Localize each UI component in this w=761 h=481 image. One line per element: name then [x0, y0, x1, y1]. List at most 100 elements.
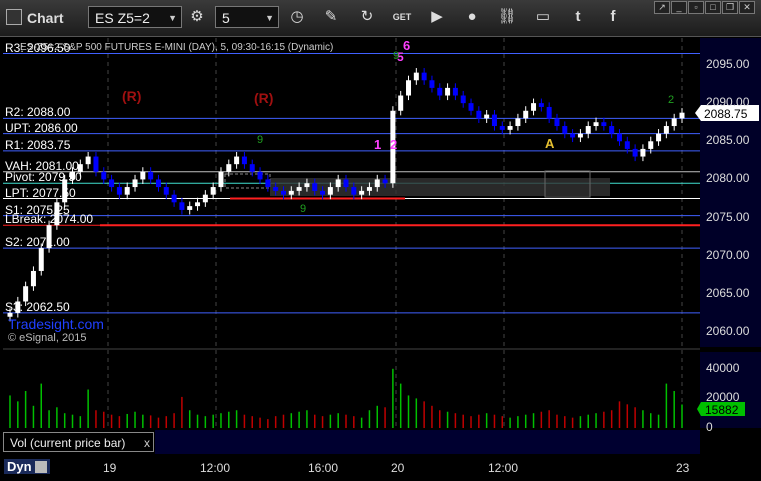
price-axis-panel: [700, 38, 761, 347]
refresh-icon[interactable]: ↻: [354, 6, 380, 28]
candle-body: [234, 156, 240, 165]
pink-marker-6: 6: [403, 38, 411, 53]
volume-tick: 0: [706, 420, 713, 434]
candle-body: [226, 164, 232, 172]
lock-icon[interactable]: [34, 461, 47, 473]
level-label: S3: 2062.50: [5, 299, 70, 314]
window-icon[interactable]: ▭: [530, 6, 556, 28]
dyn-label: Dyn: [7, 459, 32, 474]
candle-body: [343, 179, 349, 188]
interval-input[interactable]: 5 ▼: [215, 6, 279, 28]
candle-body: [640, 148, 646, 157]
candle-body: [445, 87, 451, 96]
candle-body: [257, 171, 263, 180]
chart-window: Chart ES Z5=2 ▼ ⚙ 5 ▼ ◷ ✎ ↻ GET ▶ ● ⛓ ▭ t …: [0, 0, 761, 481]
candle-body: [624, 141, 630, 149]
pencil-icon[interactable]: ✎: [318, 6, 344, 28]
candle-body: [523, 110, 529, 119]
candle-body: [593, 122, 599, 127]
candle-body: [101, 171, 107, 180]
candle-body: [562, 126, 568, 134]
time-tick: 12:00: [200, 461, 231, 475]
symbol-dropdown-icon[interactable]: ▼: [168, 7, 177, 29]
volume-legend[interactable]: Vol (current price bar) x: [3, 432, 154, 452]
symbol-input[interactable]: ES Z5=2 ▼: [88, 6, 182, 28]
candle-body: [406, 80, 412, 96]
level-label: R1: 2083.75: [5, 137, 71, 152]
candle-body: [507, 126, 513, 130]
candle-body: [351, 187, 357, 195]
candle-body: [320, 190, 326, 195]
candle-body: [671, 118, 677, 127]
a-marker: A: [545, 136, 555, 151]
interval-value: 5: [222, 10, 230, 26]
candle-body: [452, 87, 458, 96]
candle-body: [30, 270, 36, 287]
candle-body: [179, 202, 185, 210]
volume-close-icon[interactable]: x: [144, 433, 150, 453]
minimize-icon[interactable]: _: [671, 1, 687, 14]
candle-body: [632, 148, 638, 157]
candle-body: [195, 202, 201, 207]
volume-tick: 40000: [706, 360, 740, 375]
clock-icon[interactable]: ◷: [284, 6, 310, 28]
green-count-4: 2: [668, 94, 675, 106]
candle-body: [155, 179, 161, 188]
candle-body: [304, 183, 310, 188]
candle-body: [327, 187, 333, 195]
candle-body: [484, 114, 490, 119]
price-tick: 2075.00: [706, 209, 750, 224]
candle-body: [280, 190, 286, 195]
close-icon[interactable]: ✕: [739, 1, 755, 14]
green-count-2: 9: [300, 203, 307, 215]
price-tick: 2095.00: [706, 57, 750, 71]
facebook-icon[interactable]: f: [600, 6, 626, 28]
volume-legend-strip: [155, 430, 700, 454]
play-icon[interactable]: ▶: [424, 6, 450, 28]
candle-body: [648, 141, 654, 149]
candle-body: [413, 72, 419, 81]
dynamic-toggle-button[interactable]: Dyn: [4, 459, 50, 474]
candle-body: [366, 187, 372, 191]
candle-body: [132, 179, 138, 188]
interval-dropdown-icon[interactable]: ▼: [265, 7, 274, 29]
link-icon[interactable]: ⛓: [494, 6, 520, 28]
restore-icon[interactable]: ❐: [722, 1, 738, 14]
maximize-icon[interactable]: □: [705, 1, 721, 14]
time-tick: 12:00: [488, 461, 519, 475]
candle-body: [374, 179, 380, 188]
candle-body: [85, 156, 91, 165]
chart-header: ES-Z5=2 S&P 500 FUTURES E-MINI (DAY), 5,…: [20, 42, 334, 53]
candle-body: [163, 187, 169, 195]
candle-body: [288, 190, 294, 195]
candle-body: [601, 122, 607, 127]
candle-body: [491, 114, 497, 127]
copyright: © eSignal, 2015: [8, 332, 87, 344]
pink-marker-1: 1: [374, 137, 382, 152]
candle-body: [421, 72, 427, 81]
settings-gear-icon[interactable]: ⚙: [184, 6, 210, 28]
time-tick: 23: [676, 461, 690, 475]
chart-icon: [6, 9, 22, 25]
toolbar: Chart ES Z5=2 ▼ ⚙ 5 ▼ ◷ ✎ ↻ GET ▶ ● ⛓ ▭ t …: [0, 0, 761, 37]
candle-body: [116, 187, 122, 195]
record-icon[interactable]: ●: [459, 6, 485, 28]
candle-body: [312, 183, 318, 191]
candle-body: [531, 103, 537, 111]
dock-icon[interactable]: ▫: [688, 1, 704, 14]
candle-body: [398, 95, 404, 111]
candle-body: [38, 248, 44, 271]
candle-body: [460, 95, 466, 104]
twitter-icon[interactable]: t: [565, 6, 591, 28]
get-icon[interactable]: GET: [389, 6, 415, 28]
candle-body: [679, 112, 685, 119]
time-tick: 20: [391, 461, 405, 475]
candle-body: [124, 187, 130, 195]
pin-icon[interactable]: ↗: [654, 1, 670, 14]
candle-body: [171, 194, 177, 203]
level-label: R2: 2088.00: [5, 105, 71, 120]
price-tick: 2065.00: [706, 285, 750, 300]
candle-body: [382, 179, 388, 184]
candle-body: [585, 126, 591, 134]
r-marker-1: (R): [122, 88, 142, 104]
